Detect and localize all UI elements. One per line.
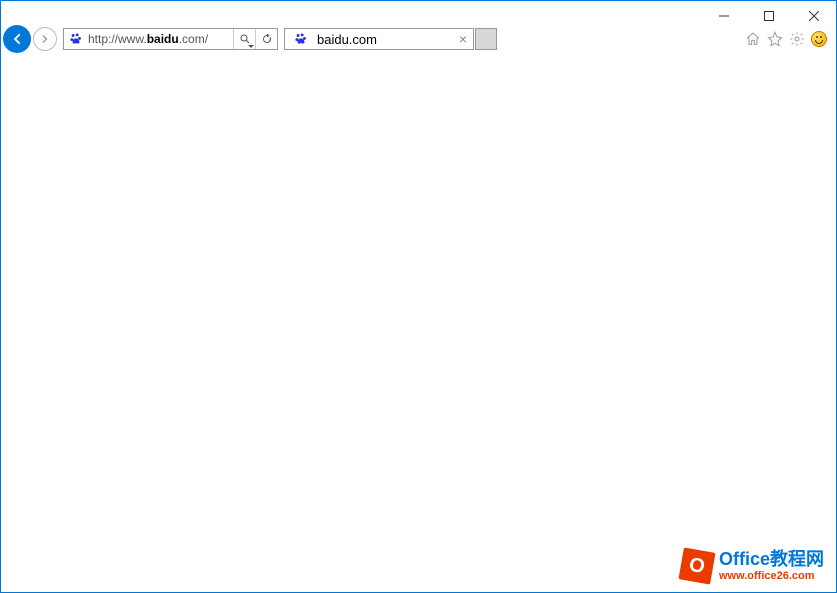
refresh-button[interactable] <box>255 29 277 49</box>
settings-icon[interactable] <box>788 30 806 48</box>
search-button[interactable] <box>233 29 255 49</box>
maximize-button[interactable] <box>746 1 791 31</box>
favorites-icon[interactable] <box>766 30 784 48</box>
address-bar[interactable]: http://www.baidu.com/ <box>63 28 278 50</box>
page-content <box>1 53 836 553</box>
feedback-smiley-icon[interactable] <box>810 30 828 48</box>
minimize-button[interactable] <box>701 1 746 31</box>
baidu-paw-icon <box>293 31 309 47</box>
watermark-logo: O <box>678 547 715 584</box>
new-tab-button[interactable] <box>475 28 497 50</box>
home-icon[interactable] <box>744 30 762 48</box>
url-text[interactable]: http://www.baidu.com/ <box>88 32 233 46</box>
search-dropdown-icon <box>248 45 254 48</box>
toolbar-right-icons <box>744 30 834 48</box>
forward-button[interactable] <box>33 27 57 51</box>
tab-close-button[interactable]: × <box>453 29 473 49</box>
close-button[interactable] <box>791 1 836 31</box>
tab-title: baidu.com <box>313 32 453 47</box>
watermark-url: www.office26.com <box>719 570 824 582</box>
watermark-title: Office教程网 <box>719 550 824 570</box>
watermark: O Office教程网 www.office26.com <box>681 550 824 582</box>
back-button[interactable] <box>3 25 31 53</box>
browser-tab[interactable]: baidu.com × <box>284 28 474 50</box>
baidu-paw-icon <box>68 31 84 47</box>
